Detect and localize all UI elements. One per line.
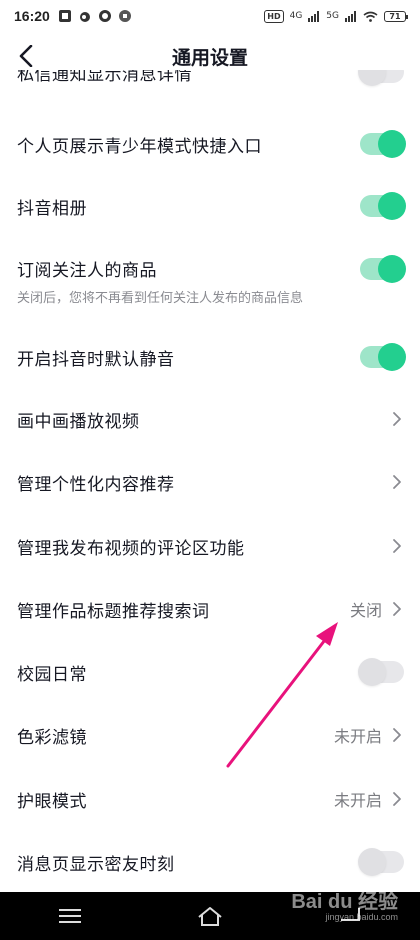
system-nav-bar: Bai du 经验 jingyan.baidu.com <box>0 891 420 940</box>
baidu-jingyan-watermark: Bai du 经验 jingyan.baidu.com <box>291 885 398 922</box>
setting-comment-area[interactable]: 管理我发布视频的评论区功能 <box>0 518 420 574</box>
setting-label: 管理我发布视频的评论区功能 <box>17 538 245 559</box>
hd-badge: HD <box>264 9 284 23</box>
setting-label: 管理作品标题推荐搜索词 <box>17 601 210 622</box>
setting-eye-protection[interactable]: 护眼模式 未开启 <box>0 771 420 827</box>
setting-label: 护眼模式 <box>17 791 87 812</box>
signal-bars-icon <box>308 10 320 22</box>
setting-color-filter[interactable]: 色彩滤镜 未开启 <box>0 707 420 763</box>
signal-5g: 5G <box>326 11 339 21</box>
watermark-brand: Bai du 经验 <box>291 891 398 913</box>
douyin-album-toggle[interactable] <box>360 192 406 220</box>
chevron-right-icon <box>393 792 401 806</box>
wifi-icon <box>363 11 378 22</box>
setting-label: 校园日常 <box>17 664 87 685</box>
settings-list: 私信通知显示消息详情 个人页展示青少年模式快捷入口 抖音相册 订阅关注人的商品 … <box>0 70 420 892</box>
home-icon <box>198 907 222 926</box>
setting-default-mute[interactable]: 开启抖音时默认静音 <box>0 329 420 385</box>
close-friends-moment-toggle[interactable] <box>358 848 404 876</box>
chevron-right-icon <box>393 475 401 489</box>
setting-value: 关闭 <box>349 601 382 620</box>
setting-label: 个人页展示青少年模式快捷入口 <box>17 136 262 157</box>
setting-value: 未开启 <box>333 791 382 810</box>
chevron-right-icon <box>393 602 401 616</box>
app-notification-icon <box>118 10 131 22</box>
setting-douyin-album[interactable]: 抖音相册 <box>0 178 420 234</box>
setting-picture-in-picture[interactable]: 画中画播放视频 <box>0 391 420 447</box>
setting-campus-daily[interactable]: 校园日常 <box>0 644 420 700</box>
teen-mode-entry-toggle[interactable] <box>360 130 406 158</box>
watermark-url: jingyan.baidu.com <box>325 912 398 922</box>
battery-icon: 71 <box>384 10 408 22</box>
message-detail-toggle[interactable] <box>358 70 404 86</box>
chevron-right-icon <box>393 539 401 553</box>
setting-label: 消息页显示密友时刻 <box>17 854 175 875</box>
home-button[interactable] <box>190 901 230 931</box>
setting-label: 开启抖音时默认静音 <box>17 349 175 370</box>
status-time: 16:20 <box>14 8 50 24</box>
campus-daily-toggle[interactable] <box>358 658 404 686</box>
setting-close-friends-moment[interactable]: 消息页显示密友时刻 <box>0 834 420 890</box>
setting-teen-mode-entry[interactable]: 个人页展示青少年模式快捷入口 <box>0 116 420 172</box>
setting-label: 画中画播放视频 <box>17 411 140 432</box>
default-mute-toggle[interactable] <box>360 343 406 371</box>
setting-label: 管理个性化内容推荐 <box>17 474 175 495</box>
setting-title-search-words[interactable]: 管理作品标题推荐搜索词 关闭 <box>0 581 420 637</box>
setting-label: 订阅关注人的商品 <box>17 261 157 281</box>
weibo-icon <box>79 12 90 22</box>
menu-icon <box>59 909 81 923</box>
chevron-right-icon <box>393 728 401 742</box>
setting-description: 关闭后，您将不再看到任何关注人发布的商品信息 <box>17 291 304 306</box>
chevron-right-icon <box>393 412 401 426</box>
setting-label: 色彩滤镜 <box>17 727 87 748</box>
setting-label: 私信通知显示消息详情 <box>17 70 192 85</box>
signal-bars-icon <box>345 10 356 22</box>
back-button[interactable] <box>12 42 40 70</box>
setting-message-detail[interactable]: 私信通知显示消息详情 <box>0 70 420 90</box>
status-indicators: HD 4G 5G 71 <box>264 9 408 23</box>
setting-personalized-recommend[interactable]: 管理个性化内容推荐 <box>0 454 420 510</box>
notification-app-icon <box>58 10 71 22</box>
browser-icon <box>98 10 111 22</box>
status-bar: 16:20 HD 4G 5G 71 <box>0 0 420 32</box>
subscribe-goods-toggle[interactable] <box>360 255 406 283</box>
signal-4g: 4G <box>289 11 303 21</box>
setting-label: 抖音相册 <box>17 198 87 219</box>
page-title: 通用设置 <box>171 46 248 69</box>
setting-value: 未开启 <box>333 727 382 746</box>
chevron-left-icon <box>19 45 33 67</box>
menu-button[interactable] <box>50 901 90 931</box>
setting-subscribe-goods[interactable]: 订阅关注人的商品 关闭后，您将不再看到任何关注人发布的商品信息 <box>0 238 420 318</box>
